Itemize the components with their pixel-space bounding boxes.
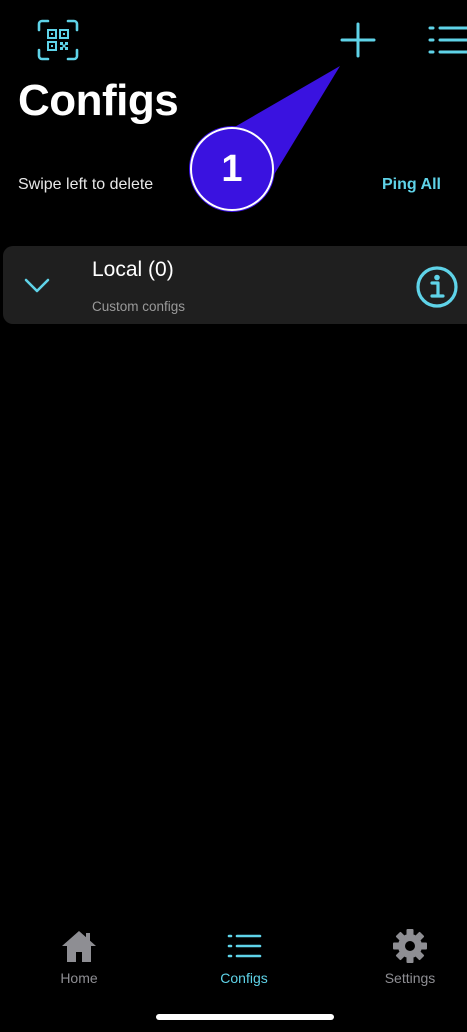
config-group-local[interactable] <box>3 246 467 324</box>
group-subtitle: Custom configs <box>92 299 186 314</box>
list-menu-button[interactable] <box>424 18 467 62</box>
plus-icon <box>340 22 376 58</box>
qr-code-icon <box>37 19 79 61</box>
info-icon[interactable] <box>414 264 460 310</box>
add-config-button[interactable] <box>336 18 380 62</box>
tab-configs[interactable]: Configs <box>189 928 299 986</box>
swipe-hint: Swipe left to delete <box>18 176 154 193</box>
tab-settings[interactable]: Settings <box>355 928 465 986</box>
tab-configs-label: Configs <box>220 970 268 986</box>
page-title: Configs <box>18 76 179 125</box>
ping-all-button[interactable]: Ping All <box>382 176 441 194</box>
list-icon <box>428 26 467 54</box>
gear-icon <box>393 929 427 963</box>
annotation-badge: 1 <box>190 127 274 211</box>
tab-settings-label: Settings <box>384 970 436 986</box>
tab-home-label: Home <box>60 970 98 986</box>
home-icon <box>62 931 96 962</box>
home-indicator <box>156 1014 334 1020</box>
qr-scan-button[interactable] <box>36 18 80 62</box>
chevron-down-icon[interactable] <box>20 272 54 298</box>
tab-home[interactable]: Home <box>24 928 134 986</box>
group-title: Local (0) <box>92 258 174 281</box>
list-icon <box>227 934 262 958</box>
